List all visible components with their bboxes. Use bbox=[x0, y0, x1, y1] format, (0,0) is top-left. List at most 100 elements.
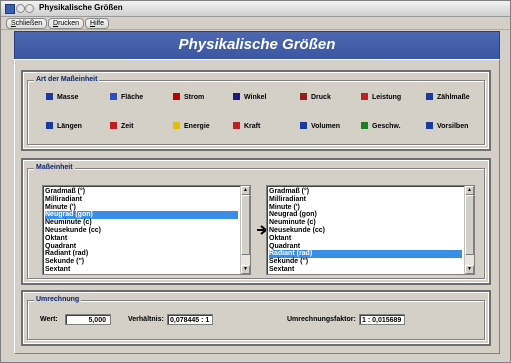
unit-type-strom-button[interactable]: Strom bbox=[173, 93, 204, 103]
scroll-down-icon[interactable]: ▼ bbox=[465, 265, 474, 274]
list-item[interactable]: Sextant bbox=[45, 266, 238, 274]
list-item[interactable]: Oktant bbox=[269, 235, 462, 243]
maximize-icon[interactable] bbox=[25, 4, 34, 13]
scroll-up-icon[interactable]: ▲ bbox=[241, 186, 250, 195]
mass-icon bbox=[46, 93, 53, 100]
value-input[interactable]: 5,000 bbox=[65, 314, 111, 325]
time-icon bbox=[110, 122, 117, 129]
conversion-group: Umrechnung Wert: 5,000 Verhältnis: 0,078… bbox=[27, 296, 485, 340]
menu-hilfe-label: ilfe bbox=[95, 20, 105, 27]
list-item[interactable]: Neusekunde (cc) bbox=[45, 227, 238, 235]
unit-panel: Maßeinheit ▲ ▼ Gradmaß (°) Milliradiant Mi… bbox=[21, 158, 491, 285]
power-icon bbox=[361, 93, 368, 100]
unit-type-label: Strom bbox=[184, 94, 205, 101]
unit-type-zeit-button[interactable]: Zeit bbox=[110, 122, 133, 132]
unit-type-label: Vorsilben bbox=[437, 123, 469, 130]
unit-type-label: Zählmaße bbox=[437, 94, 470, 101]
value-label: Wert: bbox=[40, 316, 58, 323]
unit-type-label: Geschw. bbox=[372, 123, 401, 130]
conversion-title: Umrechnung bbox=[34, 296, 82, 303]
unit-type-group: Art der Maßeinheit Masse Fläche Strom Winke… bbox=[27, 76, 485, 145]
scroll-thumb[interactable] bbox=[465, 195, 474, 255]
unit-type-längen-button[interactable]: Längen bbox=[46, 122, 82, 132]
angle-icon bbox=[233, 93, 240, 100]
target-scrollbar[interactable]: ▲ ▼ bbox=[464, 186, 474, 274]
prefix-icon bbox=[426, 122, 433, 129]
list-item[interactable]: Neuminute (c) bbox=[269, 219, 462, 227]
unit-type-energie-button[interactable]: Energie bbox=[173, 122, 210, 132]
unit-type-label: Druck bbox=[311, 94, 331, 101]
menu-bar: Schließen Drucken Hilfe bbox=[1, 17, 510, 30]
scroll-up-icon[interactable]: ▲ bbox=[465, 186, 474, 195]
unit-type-label: Energie bbox=[184, 123, 210, 130]
conversion-panel: Umrechnung Wert: 5,000 Verhältnis: 0,078… bbox=[21, 290, 491, 346]
app-window: Physikalische Größen Schließen Drucken H… bbox=[0, 0, 511, 363]
unit-type-label: Kraft bbox=[244, 123, 261, 130]
count-icon bbox=[426, 93, 433, 100]
list-item[interactable]: Neugrad (gon) bbox=[269, 211, 462, 219]
unit-type-geschw-button[interactable]: Geschw. bbox=[361, 122, 401, 132]
unit-type-title: Art der Maßeinheit bbox=[34, 76, 100, 83]
list-item[interactable]: Gradmaß (°) bbox=[45, 188, 238, 196]
list-item[interactable]: Minute (') bbox=[45, 204, 238, 212]
unit-type-volumen-button[interactable]: Volumen bbox=[300, 122, 340, 132]
scroll-down-icon[interactable]: ▼ bbox=[241, 265, 250, 274]
list-item[interactable]: Radiant (rad) bbox=[269, 250, 462, 259]
page-title: Physikalische Größen bbox=[178, 36, 336, 53]
unit-type-zählmae-button[interactable]: Zählmaße bbox=[426, 93, 470, 103]
list-item[interactable]: Sekunde ('') bbox=[269, 258, 462, 266]
energy-icon bbox=[173, 122, 180, 129]
menu-schliessen-label: chließen bbox=[15, 20, 43, 27]
factor-value: 1 : 0,015689 bbox=[359, 314, 405, 325]
list-item[interactable]: Quadrant bbox=[45, 243, 238, 251]
source-unit-list[interactable]: ▲ ▼ Gradmaß (°) Milliradiant Minute (') Neu… bbox=[42, 185, 251, 275]
source-scrollbar[interactable]: ▲ ▼ bbox=[240, 186, 250, 274]
force-icon bbox=[233, 122, 240, 129]
speed-icon bbox=[361, 122, 368, 129]
length-icon bbox=[46, 122, 53, 129]
scroll-thumb[interactable] bbox=[241, 195, 250, 255]
minimize-icon[interactable] bbox=[16, 4, 25, 13]
title-bar[interactable]: Physikalische Größen bbox=[1, 1, 510, 17]
volume-icon bbox=[300, 122, 307, 129]
menu-schliessen[interactable]: Schließen bbox=[6, 18, 48, 29]
list-item[interactable]: Neusekunde (cc) bbox=[269, 227, 462, 235]
list-item[interactable]: Oktant bbox=[45, 235, 238, 243]
unit-type-kraft-button[interactable]: Kraft bbox=[233, 122, 260, 132]
list-item[interactable]: Radiant (rad) bbox=[45, 250, 238, 258]
header-banner: Physikalische Größen bbox=[14, 31, 500, 61]
menu-hilfe[interactable]: Hilfe bbox=[85, 18, 110, 29]
unit-type-masse-button[interactable]: Masse bbox=[46, 93, 78, 103]
unit-type-druck-button[interactable]: Druck bbox=[300, 93, 331, 103]
window-title: Physikalische Größen bbox=[39, 3, 123, 12]
list-item[interactable]: Gradmaß (°) bbox=[269, 188, 462, 196]
app-icon[interactable] bbox=[5, 4, 15, 14]
unit-type-label: Längen bbox=[57, 123, 82, 130]
unit-type-leistung-button[interactable]: Leistung bbox=[361, 93, 401, 103]
unit-type-label: Winkel bbox=[244, 94, 267, 101]
list-item[interactable]: Minute (') bbox=[269, 204, 462, 212]
unit-group: Maßeinheit ▲ ▼ Gradmaß (°) Milliradiant Mi… bbox=[27, 164, 485, 279]
list-item[interactable]: Neuminute (c) bbox=[45, 219, 238, 227]
menu-drucken[interactable]: Drucken bbox=[48, 18, 85, 29]
list-item[interactable]: Sextant bbox=[269, 266, 462, 274]
list-item[interactable]: Neugrad (gon) bbox=[45, 211, 238, 220]
list-item[interactable]: Sekunde ('') bbox=[45, 258, 238, 266]
unit-title: Maßeinheit bbox=[34, 164, 75, 171]
target-unit-list[interactable]: ▲ ▼ Gradmaß (°) Milliradiant Minute (') Neu… bbox=[266, 185, 475, 275]
current-icon bbox=[173, 93, 180, 100]
list-item[interactable]: Quadrant bbox=[269, 243, 462, 251]
main-area: Art der Maßeinheit Masse Fläche Strom Winke… bbox=[14, 59, 500, 354]
factor-label: Umrechnungsfaktor: bbox=[287, 316, 356, 323]
unit-type-label: Masse bbox=[57, 94, 79, 101]
unit-type-label: Leistung bbox=[372, 94, 402, 101]
list-item[interactable]: Milliradiant bbox=[269, 196, 462, 204]
unit-type-vorsilben-button[interactable]: Vorsilben bbox=[426, 122, 468, 132]
pressure-icon bbox=[300, 93, 307, 100]
ratio-value: 0,078445 : 1 bbox=[167, 314, 213, 325]
unit-type-label: Volumen bbox=[311, 123, 341, 130]
unit-type-winkel-button[interactable]: Winkel bbox=[233, 93, 267, 103]
menu-drucken-label: rucken bbox=[58, 20, 80, 27]
list-item[interactable]: Milliradiant bbox=[45, 196, 238, 204]
unit-type-fläche-button[interactable]: Fläche bbox=[110, 93, 143, 103]
